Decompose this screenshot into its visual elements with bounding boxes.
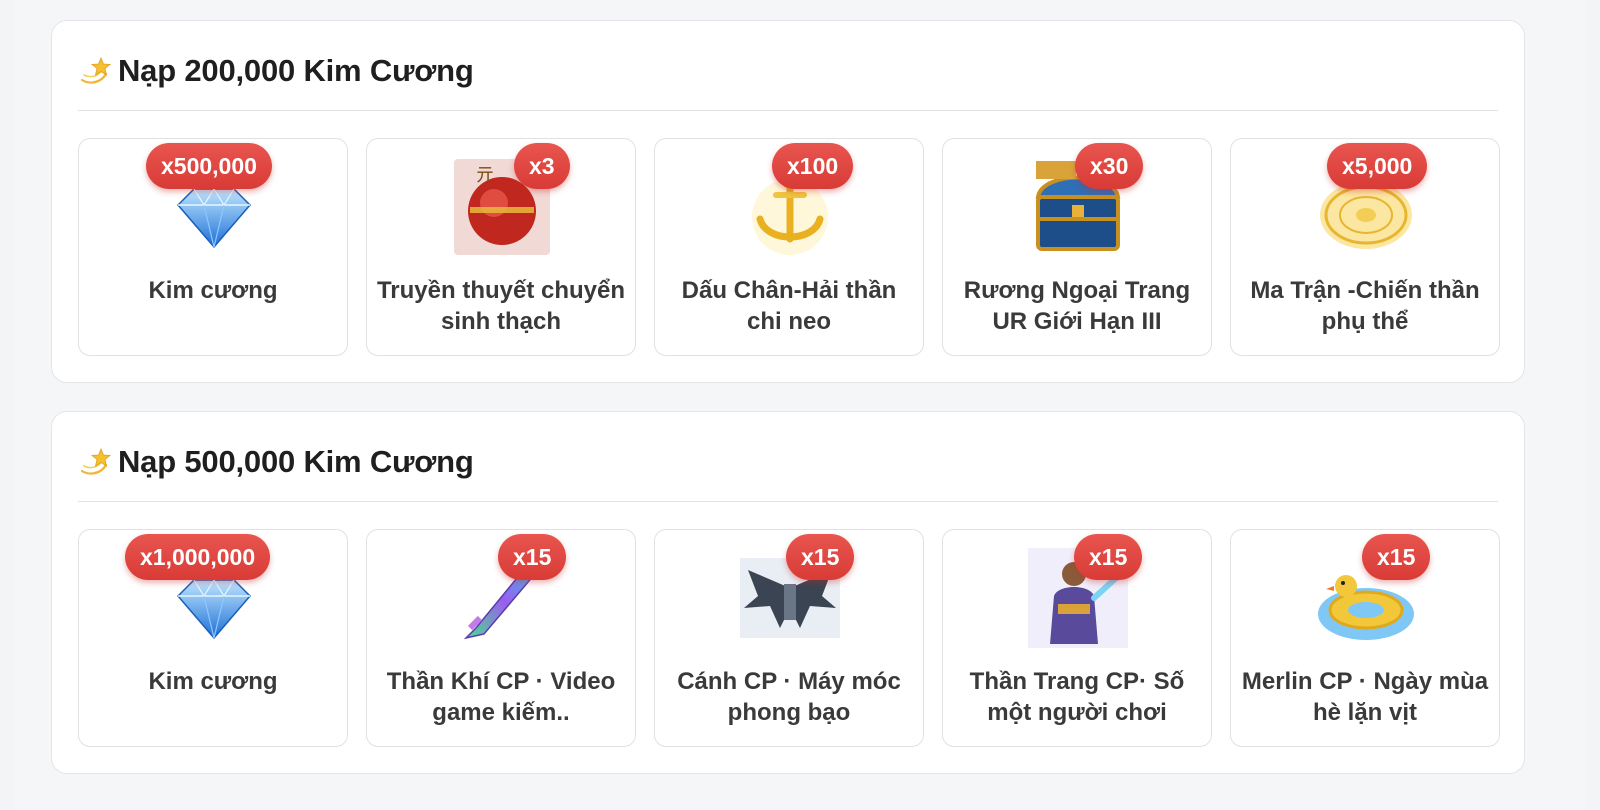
reward-item-card[interactable]: 亓 x3 Truyền thuyết chuyển sinh thạch (366, 138, 636, 356)
quantity-badge: x15 (786, 534, 855, 580)
reward-item-card[interactable]: x5,000 Ma Trận -Chiến thần phụ thể (1230, 138, 1500, 356)
section-header: Nạp 500,000 Kim Cương (78, 440, 474, 484)
item-name: Thần Trang CP· Số một người chơi (969, 668, 1185, 726)
reward-item-card[interactable]: x15 Thần Khí CP · Video game kiếm.. (366, 529, 636, 747)
quantity-badge: x3 (514, 143, 570, 189)
quantity-badge: x1,000,000 (125, 534, 271, 580)
quantity-badge: x100 (772, 143, 854, 189)
section-divider (78, 110, 1498, 111)
item-name: Merlin CP · Ngày mùa hè lặn vịt (1241, 668, 1489, 726)
reward-item-card[interactable]: x100 Dấu Chân-Hải thần chi neo (654, 138, 924, 356)
quantity-badge: x15 (1074, 534, 1143, 580)
page: Nạp 200,000 Kim Cương x500,000 Kim cương (14, 0, 1586, 810)
reward-item-card[interactable]: x15 Thần Trang CP· Số một người chơi (942, 529, 1212, 747)
item-name: Cánh CP · Máy móc phong bạo (677, 668, 901, 726)
quantity-badge: x15 (1362, 534, 1431, 580)
section-title: Nạp 500,000 Kim Cương (118, 444, 474, 479)
item-name: Ma Trận -Chiến thần phụ thể (1250, 277, 1480, 335)
reward-tier-200k: Nạp 200,000 Kim Cương x500,000 Kim cương (51, 20, 1525, 383)
reward-item-card[interactable]: x30 Rương Ngoại Trang UR Giới Hạn III (942, 138, 1212, 356)
item-name: Rương Ngoại Trang UR Giới Hạn III (963, 277, 1191, 335)
reward-item-list: x1,000,000 Kim cương x15 Thần Khí CP · V… (78, 529, 1500, 747)
reward-item-card[interactable]: x15 Merlin CP · Ngày mùa hè lặn vịt (1230, 529, 1500, 747)
quantity-badge: x5,000 (1327, 143, 1428, 189)
item-name: Dấu Chân-Hải thần chi neo (681, 277, 897, 335)
item-name: Thần Khí CP · Video game kiếm.. (386, 668, 616, 726)
quantity-badge: x500,000 (146, 143, 272, 189)
reward-item-list: x500,000 Kim cương 亓 x3 Truyền thuyết ch… (78, 138, 1500, 356)
section-header: Nạp 200,000 Kim Cương (78, 49, 474, 93)
reward-tier-500k: Nạp 500,000 Kim Cương x1,000,000 Kim cươ… (51, 411, 1525, 774)
item-name: Kim cương (148, 277, 278, 304)
quantity-badge: x15 (498, 534, 567, 580)
dizzy-star-icon (78, 445, 112, 479)
reward-item-card[interactable]: x1,000,000 Kim cương (78, 529, 348, 747)
section-divider (78, 501, 1498, 502)
dizzy-star-icon (78, 54, 112, 88)
reward-item-card[interactable]: x500,000 Kim cương (78, 138, 348, 356)
svg-text:亓: 亓 (476, 165, 494, 186)
reward-item-card[interactable]: x15 Cánh CP · Máy móc phong bạo (654, 529, 924, 747)
section-title: Nạp 200,000 Kim Cương (118, 53, 474, 88)
item-name: Truyền thuyết chuyển sinh thạch (376, 277, 626, 335)
item-name: Kim cương (148, 668, 278, 695)
quantity-badge: x30 (1075, 143, 1144, 189)
